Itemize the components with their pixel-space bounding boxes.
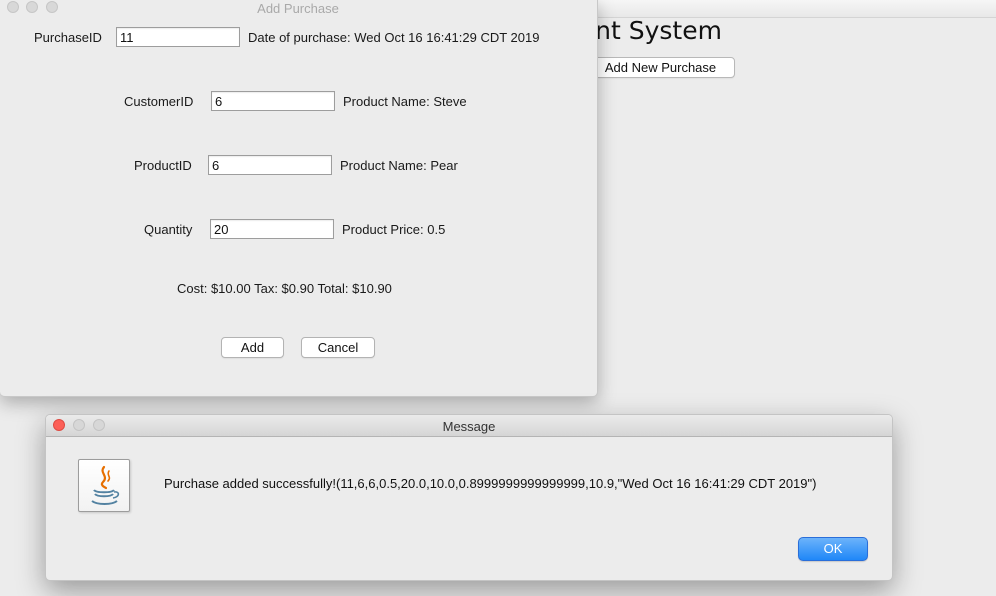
add-new-purchase-button[interactable]: Add New Purchase: [586, 57, 735, 78]
product-price-text: Product Price: 0.5: [342, 222, 446, 237]
add-purchase-titlebar: Add Purchase: [0, 0, 597, 16]
add-purchase-dialog: Add Purchase PurchaseID Date of purchase…: [0, 0, 598, 397]
quantity-label: Quantity: [144, 222, 193, 237]
message-titlebar: Message: [46, 415, 892, 437]
add-purchase-title: Add Purchase: [257, 1, 339, 16]
product-name-text: Product Name: Pear: [340, 158, 458, 173]
customer-id-label: CustomerID: [124, 94, 194, 109]
message-text: Purchase added successfully!(11,6,6,0.5,…: [164, 476, 817, 491]
java-icon: [78, 459, 130, 512]
customer-id-field[interactable]: [211, 91, 335, 111]
purchase-id-field[interactable]: [116, 27, 240, 47]
customer-name-text: Product Name: Steve: [343, 94, 467, 109]
totals-text: Cost: $10.00 Tax: $0.90 Total: $10.90: [177, 281, 392, 296]
message-title: Message: [442, 419, 496, 434]
message-dialog: Message Purchase added successfully!(11,…: [45, 414, 893, 581]
date-of-purchase-text: Date of purchase: Wed Oct 16 16:41:29 CD…: [248, 30, 540, 45]
purchase-id-label: PurchaseID: [34, 30, 102, 45]
product-id-field[interactable]: [208, 155, 332, 175]
add-button[interactable]: Add: [221, 337, 284, 358]
ok-button[interactable]: OK: [798, 537, 868, 561]
product-id-label: ProductID: [134, 158, 192, 173]
quantity-field[interactable]: [210, 219, 334, 239]
cancel-button[interactable]: Cancel: [301, 337, 375, 358]
